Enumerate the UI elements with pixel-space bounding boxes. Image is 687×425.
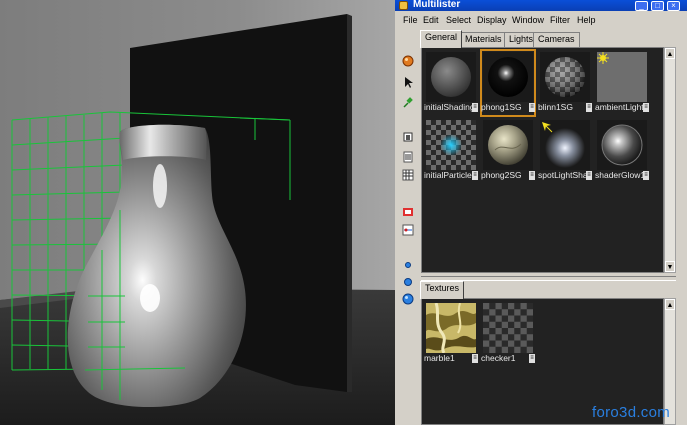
tab-general[interactable]: General bbox=[420, 30, 463, 48]
scroll-up-icon[interactable]: ▲ bbox=[665, 48, 675, 59]
list-item[interactable]: ambientLight1 ≡ bbox=[595, 50, 649, 116]
node-label: checker1 bbox=[481, 353, 516, 363]
pin-icon[interactable] bbox=[401, 95, 415, 109]
node-options-icon[interactable]: ≡ bbox=[529, 171, 535, 180]
app-icon bbox=[399, 1, 408, 10]
menu-filter[interactable]: Filter bbox=[550, 15, 570, 25]
marble-sphere-swatch bbox=[483, 120, 533, 170]
graph-icon[interactable] bbox=[401, 223, 415, 237]
tab-textures[interactable]: Textures bbox=[420, 281, 465, 299]
menu-bar: File Edit Select Display Window Filter H… bbox=[395, 12, 687, 29]
node-options-icon[interactable]: ≡ bbox=[472, 103, 478, 112]
node-label: spotLightShape1 bbox=[538, 170, 592, 180]
list-item[interactable]: checker1 ≡ bbox=[481, 301, 535, 367]
node-swatch-grid: initialShadingGroup ≡ phong1SG ≡ blinn1S… bbox=[421, 47, 664, 273]
title-bar[interactable]: Multilister _ □ × bbox=[395, 0, 687, 11]
node-scrollbar[interactable]: ▲ ▼ bbox=[664, 47, 676, 273]
node-options-icon[interactable]: ≡ bbox=[472, 354, 478, 363]
list-item[interactable]: marble1 ≡ bbox=[424, 301, 478, 367]
menu-display[interactable]: Display bbox=[477, 15, 507, 25]
multilister-window: Multilister _ □ × File Edit Select Displ… bbox=[395, 0, 687, 425]
menu-help[interactable]: Help bbox=[577, 15, 596, 25]
node-options-icon[interactable]: ≡ bbox=[472, 171, 478, 180]
close-button[interactable]: × bbox=[667, 1, 680, 11]
window-title: Multilister bbox=[413, 0, 461, 10]
glow-sphere-swatch bbox=[597, 120, 647, 170]
menu-edit[interactable]: Edit bbox=[423, 15, 439, 25]
menu-file[interactable]: File bbox=[403, 15, 418, 25]
node-label: initialShadingGroup bbox=[424, 102, 478, 112]
render-sphere-icon[interactable] bbox=[401, 54, 415, 68]
checker-swatch bbox=[483, 303, 533, 353]
list-view-icon[interactable] bbox=[401, 150, 415, 164]
node-label: phong1SG bbox=[481, 102, 522, 112]
node-options-icon[interactable]: ≡ bbox=[586, 171, 592, 180]
small-swatch-icon[interactable] bbox=[401, 258, 415, 272]
list-item[interactable]: shaderGlow1 ≡ bbox=[595, 118, 649, 184]
menu-select[interactable]: Select bbox=[446, 15, 471, 25]
node-options-icon[interactable]: ≡ bbox=[529, 103, 535, 112]
watermark: foro3d.com bbox=[592, 404, 671, 421]
select-arrow-icon[interactable] bbox=[401, 75, 415, 89]
node-label: ambientLight1 bbox=[595, 102, 649, 112]
marble-swatch bbox=[426, 303, 476, 353]
tool-strip bbox=[399, 30, 417, 425]
3d-viewport[interactable] bbox=[0, 0, 395, 425]
scroll-down-icon[interactable]: ▼ bbox=[665, 261, 675, 272]
scroll-up-icon[interactable]: ▲ bbox=[665, 299, 675, 310]
tab-materials[interactable]: Materials bbox=[460, 32, 507, 47]
node-label: shaderGlow1 bbox=[595, 170, 646, 180]
tab-cameras[interactable]: Cameras bbox=[533, 32, 580, 47]
node-label: marble1 bbox=[424, 353, 455, 363]
checker-sphere-swatch bbox=[540, 52, 590, 102]
spot-light-swatch bbox=[540, 120, 590, 170]
list-item[interactable]: initialShadingGroup ≡ bbox=[424, 50, 478, 116]
medium-swatch-icon[interactable] bbox=[401, 275, 415, 289]
minimize-button[interactable]: _ bbox=[635, 1, 648, 11]
node-label: phong2SG bbox=[481, 170, 522, 180]
render-node-icon[interactable] bbox=[401, 205, 415, 219]
node-label: initialParticleSE bbox=[424, 170, 478, 180]
node-options-icon[interactable]: ≡ bbox=[643, 103, 649, 112]
large-swatch-icon[interactable] bbox=[401, 292, 415, 306]
viewport-scene bbox=[0, 0, 395, 425]
list-item[interactable]: spotLightShape1 ≡ bbox=[538, 118, 592, 184]
list-item[interactable]: initialParticleSE ≡ bbox=[424, 118, 478, 184]
ambient-light-swatch bbox=[597, 52, 647, 102]
list-item[interactable]: phong1SG ≡ bbox=[480, 49, 536, 117]
node-options-icon[interactable]: ≡ bbox=[586, 103, 592, 112]
maximize-button[interactable]: □ bbox=[651, 1, 664, 11]
node-label: blinn1SG bbox=[538, 102, 573, 112]
grid-view-icon[interactable] bbox=[401, 168, 415, 182]
menu-window[interactable]: Window bbox=[512, 15, 544, 25]
grey-sphere-swatch bbox=[426, 52, 476, 102]
particle-checker-swatch bbox=[426, 120, 476, 170]
node-options-icon[interactable]: ≡ bbox=[643, 171, 649, 180]
shader-icon[interactable] bbox=[401, 130, 415, 144]
list-item[interactable]: phong2SG ≡ bbox=[481, 118, 535, 184]
black-glossy-sphere-swatch bbox=[483, 52, 533, 102]
node-options-icon[interactable]: ≡ bbox=[529, 354, 535, 363]
list-item[interactable]: blinn1SG ≡ bbox=[538, 50, 592, 116]
